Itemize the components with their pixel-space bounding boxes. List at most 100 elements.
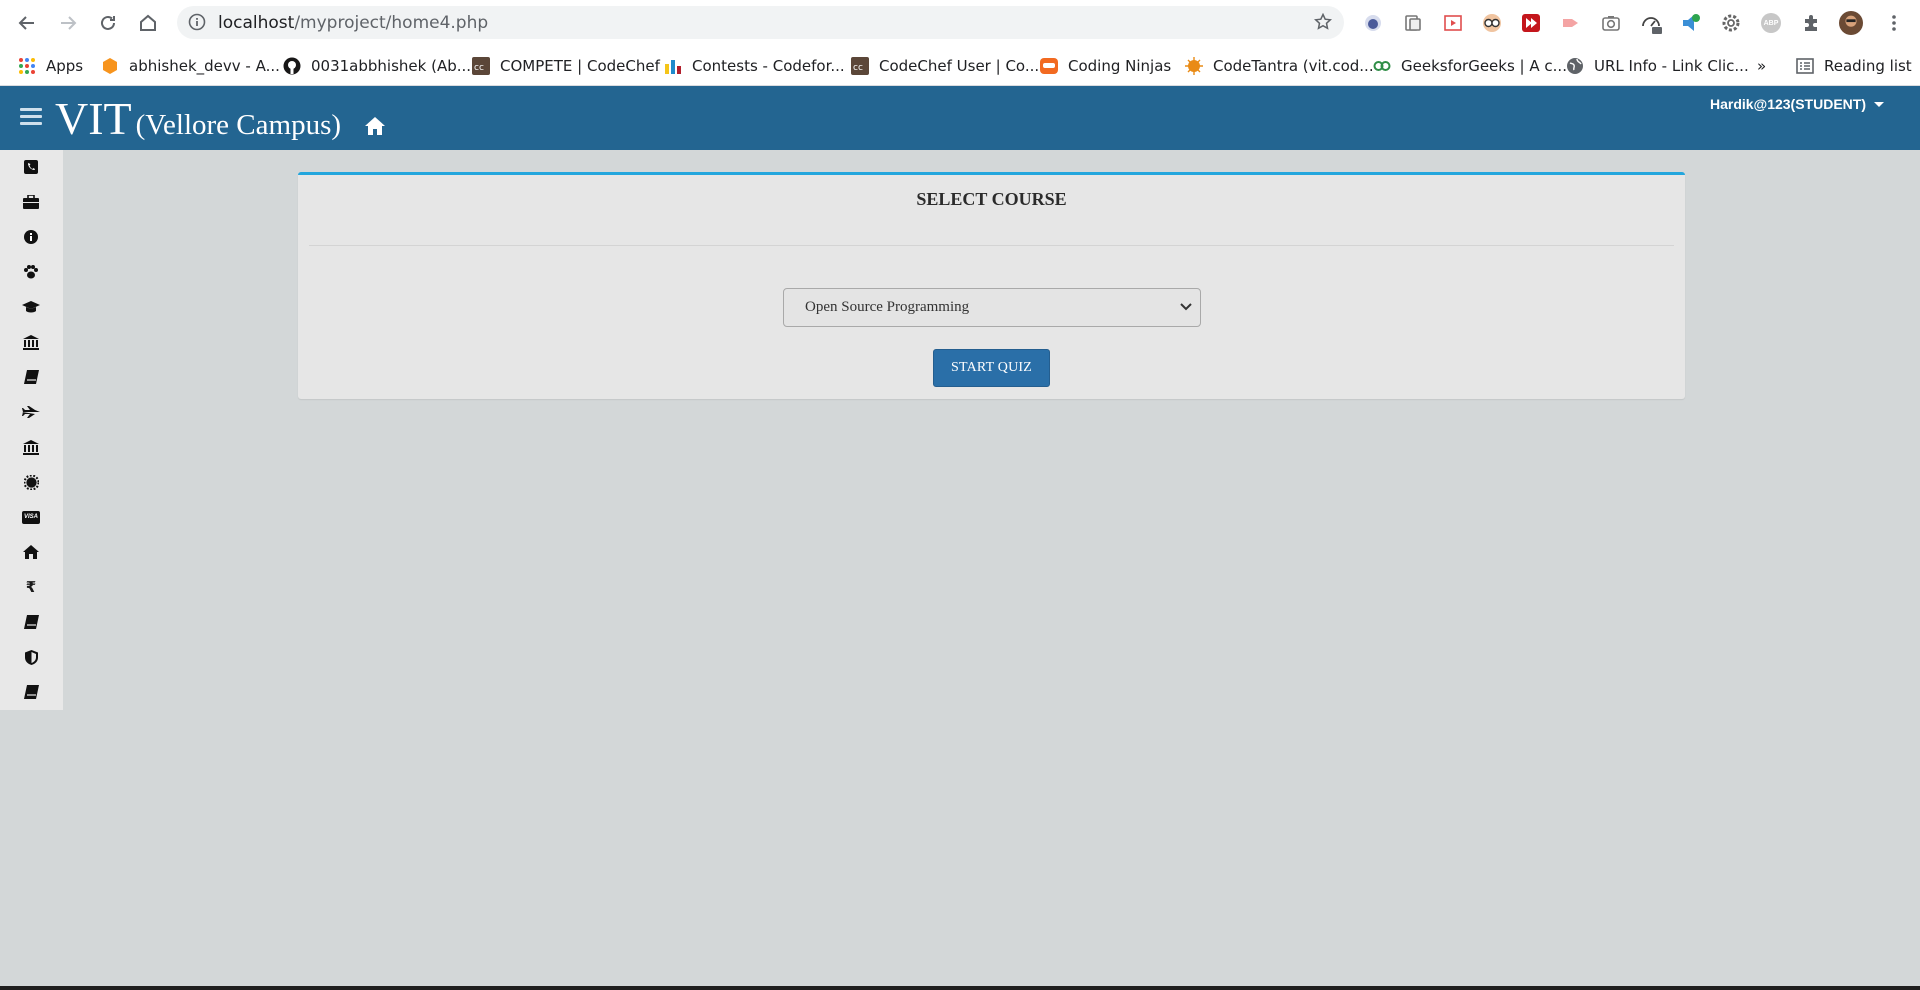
- sidebar-item-book-2[interactable]: [22, 613, 40, 631]
- bookmark-8[interactable]: GeeksforGeeks | A c...: [1373, 54, 1567, 78]
- github-icon: [283, 57, 301, 75]
- sidebar-item-plane[interactable]: [22, 403, 40, 421]
- sidebar-item-info[interactable]: [22, 228, 40, 246]
- url-text[interactable]: localhost/myproject/home4.php: [218, 13, 488, 33]
- briefcase-icon: [23, 195, 39, 209]
- bookmark-9[interactable]: URL Info - Link Clic...: [1566, 54, 1749, 78]
- home-outline-icon: [140, 14, 156, 31]
- settings-icon[interactable]: [1719, 11, 1743, 35]
- bookmark-3[interactable]: cc COMPETE | CodeChef: [472, 54, 660, 78]
- menu-kebab-icon[interactable]: [1882, 11, 1906, 35]
- visa-icon: VISA: [22, 510, 40, 524]
- svg-text:cc: cc: [474, 63, 484, 73]
- bank-icon: [23, 334, 39, 350]
- brand-logo[interactable]: VIT (Vellore Campus): [55, 92, 341, 145]
- home-button[interactable]: [135, 10, 161, 36]
- ext-3-icon[interactable]: [1441, 11, 1465, 35]
- codeforces-icon: [665, 60, 681, 74]
- course-select-value: Open Source Programming: [805, 299, 970, 315]
- reload-button[interactable]: [95, 10, 121, 36]
- reading-list-button[interactable]: Reading list: [1796, 54, 1912, 78]
- apps-grid-icon: [19, 58, 35, 74]
- star-icon[interactable]: [1314, 13, 1332, 31]
- bookmark-5[interactable]: cc CodeChef User | Co...: [851, 54, 1039, 78]
- book-icon: [23, 615, 39, 629]
- ext-9-icon[interactable]: [1679, 11, 1703, 35]
- sidebar-item-visa[interactable]: VISA: [22, 508, 40, 526]
- puzzle-icon[interactable]: [1799, 11, 1823, 35]
- select-course-panel: SELECT COURSE Open Source Programming ST…: [298, 172, 1685, 399]
- book-icon: [23, 370, 39, 384]
- bookmark-6[interactable]: Coding Ninjas: [1040, 54, 1171, 78]
- chevron-down-icon: [1180, 303, 1192, 311]
- sidebar-item-book-1[interactable]: [22, 368, 40, 386]
- globe-icon: [1567, 58, 1583, 74]
- start-quiz-button[interactable]: START QUIZ: [933, 349, 1050, 387]
- arrow-left-icon: [18, 16, 34, 30]
- paw-icon: [24, 265, 38, 279]
- graduation-cap-icon: [22, 301, 40, 313]
- coding-ninjas-icon: [1040, 58, 1058, 74]
- info-circle-icon[interactable]: [188, 13, 206, 31]
- sidebar-item-paw[interactable]: [22, 263, 40, 281]
- codetantra-icon: [1185, 57, 1203, 75]
- sidebar: VISA ₹: [0, 150, 63, 710]
- shield-icon: [24, 649, 38, 665]
- phone-icon: [24, 160, 38, 174]
- bookmark-1[interactable]: abhishek_devv - A...: [101, 54, 280, 78]
- ext-1-icon[interactable]: [1361, 11, 1385, 35]
- bank-icon: [23, 439, 39, 455]
- book-icon: [23, 685, 39, 699]
- home-icon: [23, 545, 39, 559]
- sidebar-item-phone[interactable]: [22, 158, 40, 176]
- bookmark-apps[interactable]: Apps: [18, 54, 83, 78]
- plane-icon: [22, 406, 40, 418]
- ext-6-icon[interactable]: [1559, 11, 1583, 35]
- sidebar-item-badge[interactable]: [22, 473, 40, 491]
- app-header: VIT (Vellore Campus) Hardik@123(STUDENT): [0, 86, 1920, 150]
- rupee-icon: ₹: [25, 578, 37, 596]
- sidebar-item-home[interactable]: [22, 543, 40, 561]
- address-bar[interactable]: localhost/myproject/home4.php: [177, 6, 1344, 39]
- sidebar-item-graduation[interactable]: [22, 298, 40, 316]
- profile-avatar[interactable]: [1839, 11, 1863, 35]
- browser-toolbar: localhost/myproject/home4.php ABP: [0, 0, 1920, 45]
- course-select[interactable]: Open Source Programming: [783, 288, 1201, 327]
- back-button[interactable]: [14, 10, 40, 36]
- sidebar-item-rupee[interactable]: ₹: [22, 578, 40, 596]
- gear-badge-icon: [23, 474, 39, 490]
- screenshot-icon[interactable]: [1599, 11, 1623, 35]
- info-icon: [24, 230, 38, 244]
- bookmark-7[interactable]: CodeTantra (vit.cod...: [1185, 54, 1374, 78]
- bookmarks-bar: Apps abhishek_devv - A... 0031abbhishek …: [0, 45, 1920, 86]
- ext-4-icon[interactable]: [1480, 11, 1504, 35]
- home-icon[interactable]: [364, 116, 386, 136]
- sidebar-item-bank-1[interactable]: [22, 333, 40, 351]
- geeksforgeeks-icon: [1373, 61, 1391, 71]
- bookmark-2[interactable]: 0031abbhishek (Ab...: [283, 54, 471, 78]
- caret-down-icon: [1874, 101, 1884, 107]
- orange-cube-icon: [103, 58, 117, 74]
- sidebar-item-bank-2[interactable]: [22, 438, 40, 456]
- sidebar-item-briefcase[interactable]: [22, 193, 40, 211]
- adblock-icon[interactable]: ABP: [1759, 11, 1783, 35]
- panel-title: SELECT COURSE: [916, 189, 1067, 209]
- taskbar-edge: [0, 986, 1920, 990]
- hamburger-menu-icon[interactable]: [20, 108, 42, 126]
- reload-icon: [101, 15, 115, 30]
- ext-5-icon[interactable]: [1519, 11, 1543, 35]
- arrow-right-icon: [61, 16, 77, 30]
- reading-list-icon: [1796, 58, 1814, 74]
- more-bookmarks-button[interactable]: »: [1757, 54, 1766, 78]
- speedometer-icon[interactable]: [1639, 11, 1663, 35]
- bookmark-4[interactable]: Contests - Codefor...: [664, 54, 845, 78]
- sidebar-item-shield[interactable]: [22, 648, 40, 666]
- forward-button[interactable]: [55, 10, 81, 36]
- user-menu[interactable]: Hardik@123(STUDENT): [1710, 96, 1884, 112]
- sidebar-item-book-3[interactable]: [22, 683, 40, 701]
- ext-2-icon[interactable]: [1401, 11, 1425, 35]
- codechef-icon: cc: [472, 57, 490, 75]
- svg-text:cc: cc: [853, 63, 863, 73]
- divider: [309, 245, 1674, 246]
- codechef-icon: cc: [851, 57, 869, 75]
